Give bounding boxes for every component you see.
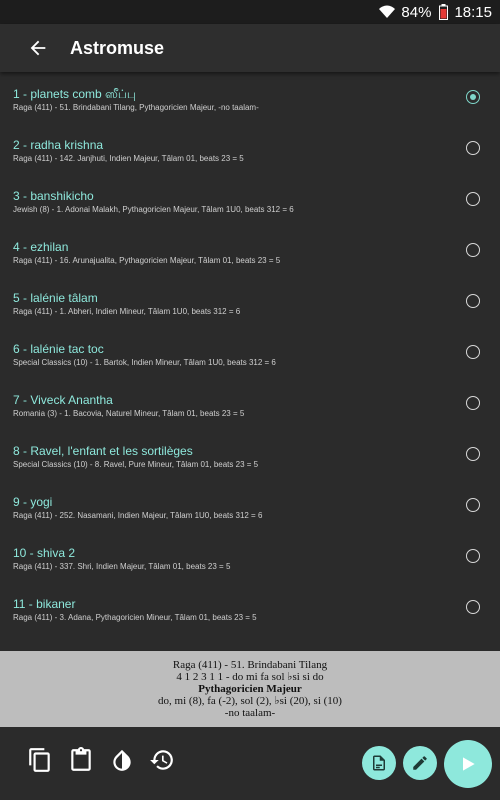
item-description: Raga (411) - 3. Adana, Pythagoricien Min… — [13, 613, 257, 622]
play-icon — [463, 757, 475, 771]
list-item[interactable]: 10 - shiva 2 Raga (411) - 337. Shri, Indi… — [0, 532, 500, 583]
panel-line-1: Raga (411) - 51. Brindabani Tilang — [172, 659, 328, 671]
list-item[interactable]: 5 - lalénie tâlam Raga (411) - 1. Abheri,… — [0, 277, 500, 328]
radio-button[interactable] — [466, 498, 480, 512]
item-title: 7 - Viveck Anantha — [13, 393, 113, 407]
item-title: 6 - lalénie tac toc — [13, 342, 104, 356]
list-item[interactable]: 11 - bikaner Raga (411) - 3. Adana, Pytha… — [0, 583, 500, 634]
list-item[interactable]: 4 - ezhilan Raga (411) - 16. Arunajualita… — [0, 226, 500, 277]
details-panel: Raga (411) - 51. Brindabani Tilang 4 1 2… — [0, 651, 500, 727]
item-description: Special Classics (10) - 8. Ravel, Pure M… — [13, 460, 259, 469]
item-title: 1 - planets comb ஸீப்பு — [13, 87, 136, 101]
item-list: 1 - planets comb ஸீப்பு Raga (411) - 51. … — [0, 73, 500, 650]
item-title: 9 - yogi — [13, 495, 53, 509]
list-item[interactable]: 12 - moisson inde — [0, 634, 500, 650]
pencil-icon — [413, 756, 427, 770]
copy-icon[interactable] — [27, 747, 53, 773]
item-description: Special Classics (10) - 1. Bartok, Indie… — [13, 358, 276, 367]
radio-button[interactable] — [466, 447, 480, 461]
item-description: Raga (411) - 252. Nasamani, Indien Majeu… — [13, 511, 263, 520]
item-title: 8 - Ravel, l'enfant et les sortilèges — [13, 444, 193, 458]
item-title: 3 - banshikicho — [13, 189, 94, 203]
panel-line-5: -no taalam- — [224, 707, 276, 719]
item-description: Raga (411) - 1. Abheri, Indien Mineur, T… — [13, 307, 241, 316]
radio-button[interactable] — [466, 141, 480, 155]
app-bar: Astromuse — [0, 24, 500, 72]
history-icon[interactable] — [149, 747, 175, 773]
list-item[interactable]: 9 - yogi Raga (411) - 252. Nasamani, Indi… — [0, 481, 500, 532]
list-item[interactable]: 3 - banshikicho Jewish (8) - 1. Adonai Ma… — [0, 175, 500, 226]
item-description: Raga (411) - 142. Janjhuti, Indien Majeu… — [13, 154, 244, 163]
back-arrow-icon[interactable] — [27, 37, 49, 59]
status-bar: 84% 18:15 — [0, 0, 500, 24]
radio-button[interactable] — [466, 90, 480, 104]
bottom-toolbar — [0, 727, 500, 800]
radio-button[interactable] — [466, 294, 480, 308]
item-title: 12 - moisson inde — [13, 648, 108, 650]
list-item[interactable]: 8 - Ravel, l'enfant et les sortilèges Spe… — [0, 430, 500, 481]
contrast-drop-icon[interactable] — [109, 747, 135, 773]
panel-line-3: Pythagoricien Majeur — [198, 683, 302, 695]
item-title: 10 - shiva 2 — [13, 546, 76, 560]
list-item[interactable]: 1 - planets comb ஸீப்பு Raga (411) - 51. … — [0, 73, 500, 124]
list-item[interactable]: 7 - Viveck Anantha Romania (3) - 1. Bacov… — [0, 379, 500, 430]
panel-line-4: do, mi (8), fa (-2), sol (2), ♭si (20), … — [158, 695, 342, 707]
item-title: 2 - radha krishna — [13, 138, 104, 152]
item-description: Jewish (8) - 1. Adonai Malakh, Pythagori… — [13, 205, 294, 214]
app-title: Astromuse — [70, 37, 165, 58]
clock: 18:15 — [454, 3, 492, 21]
item-description: Romania (3) - 1. Bacovia, Naturel Mineur… — [13, 409, 245, 418]
item-title: 5 - lalénie tâlam — [13, 291, 98, 305]
battery-percent: 84% — [401, 3, 432, 21]
radio-button[interactable] — [466, 243, 480, 257]
item-description: Raga (411) - 16. Arunajualita, Pythagori… — [13, 256, 281, 265]
radio-button[interactable] — [466, 345, 480, 359]
wifi-icon — [379, 5, 396, 18]
edit-button[interactable] — [403, 746, 437, 780]
radio-button[interactable] — [466, 600, 480, 614]
radio-button[interactable] — [466, 396, 480, 410]
radio-button[interactable] — [466, 192, 480, 206]
play-button[interactable] — [444, 740, 492, 788]
item-title: 11 - bikaner — [13, 597, 76, 611]
panel-line-2: 4 1 2 3 1 1 - do mi fa sol ♭si si do — [176, 671, 324, 683]
list-item[interactable]: 6 - lalénie tac toc Special Classics (10)… — [0, 328, 500, 379]
item-description: Raga (411) - 51. Brindabani Tilang, Pyth… — [13, 103, 259, 112]
document-icon — [373, 755, 385, 771]
item-description: Raga (411) - 337. Shri, Indien Majeur, T… — [13, 562, 231, 571]
radio-button[interactable] — [466, 549, 480, 563]
clipboard-icon[interactable] — [68, 747, 94, 773]
battery-icon — [439, 4, 449, 20]
item-title: 4 - ezhilan — [13, 240, 69, 254]
document-button[interactable] — [362, 746, 396, 780]
list-item[interactable]: 2 - radha krishna Raga (411) - 142. Janjh… — [0, 124, 500, 175]
